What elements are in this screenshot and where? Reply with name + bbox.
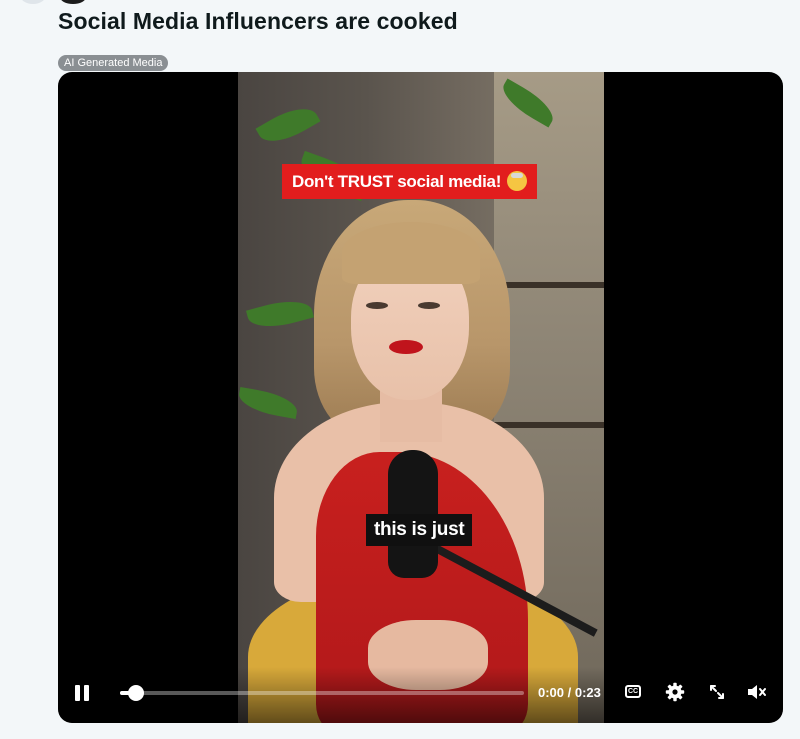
- video-frame[interactable]: Don't TRUST social media! this is just: [238, 72, 604, 723]
- expand-icon: [710, 685, 724, 699]
- fullscreen-button[interactable]: [708, 683, 726, 701]
- time-display: 0:00 / 0:23: [538, 685, 601, 700]
- video-subtitle: this is just: [366, 514, 473, 546]
- seek-bar[interactable]: [120, 685, 524, 701]
- muted-speaker-icon: [748, 685, 766, 699]
- pause-button[interactable]: [75, 685, 91, 701]
- subreddit-avatar-partial[interactable]: [60, 0, 86, 4]
- volume-button[interactable]: [747, 683, 767, 701]
- video-player[interactable]: Don't TRUST social media! this is just 0…: [58, 72, 783, 723]
- closed-captions-icon: CC: [627, 688, 639, 695]
- user-avatar-partial[interactable]: [20, 0, 46, 4]
- exploding-head-emoji-icon: [507, 171, 528, 191]
- settings-button[interactable]: [665, 682, 685, 702]
- gear-icon: [665, 682, 685, 702]
- video-caption-top: Don't TRUST social media!: [282, 164, 538, 199]
- closed-captions-button[interactable]: CC: [625, 685, 641, 698]
- pause-icon: [75, 685, 80, 701]
- post-flair[interactable]: AI Generated Media: [58, 55, 169, 71]
- seek-handle[interactable]: [128, 685, 145, 701]
- caption-top-text: Don't TRUST social media!: [292, 172, 502, 191]
- post-title[interactable]: Social Media Influencers are cooked: [58, 8, 458, 35]
- video-controls-bar: 0:00 / 0:23 CC: [58, 667, 783, 723]
- person-lips: [389, 340, 423, 354]
